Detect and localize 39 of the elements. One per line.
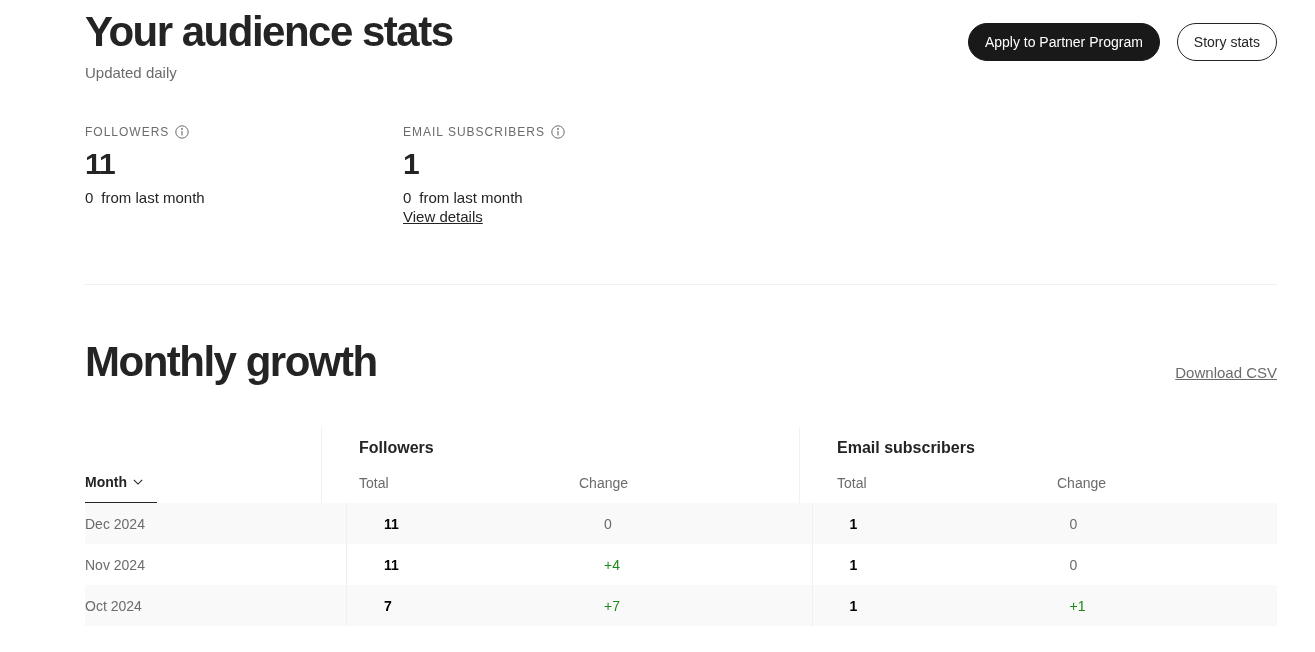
stat-change-text: from last month bbox=[101, 189, 205, 206]
download-csv-link[interactable]: Download CSV bbox=[1175, 364, 1277, 381]
chevron-icon bbox=[133, 478, 143, 486]
view-details-link[interactable]: View details bbox=[403, 208, 483, 225]
column-header: Change bbox=[1057, 475, 1108, 491]
stat-change: 0 bbox=[85, 189, 94, 206]
stat-value: 1 bbox=[403, 147, 420, 181]
section-title: Monthly growth bbox=[85, 337, 377, 387]
change-cell: +1 bbox=[1069, 597, 1086, 614]
change-cell: 0 bbox=[1069, 556, 1078, 573]
total-cell-text: 1 bbox=[849, 597, 859, 614]
change-cell: +4 bbox=[604, 556, 620, 573]
change-cell: 0 bbox=[1069, 515, 1078, 532]
stat-change: 0 bbox=[403, 189, 412, 206]
total-cell-text: 11 bbox=[384, 515, 400, 532]
month-cell-text: Nov 2024 bbox=[85, 555, 146, 575]
stat-label: FOLLOWERS bbox=[85, 125, 170, 139]
stat-change-text: from last month bbox=[419, 189, 523, 206]
column-group-header: Email subscribers bbox=[837, 438, 976, 457]
action-button[interactable]: Apply to Partner Program bbox=[967, 23, 1160, 61]
total-cell-text: 1 bbox=[849, 515, 859, 532]
column-group-header: Followers bbox=[359, 438, 435, 457]
subtitle: Updated daily bbox=[85, 64, 178, 81]
month-cell-text: Oct 2024 bbox=[85, 596, 143, 616]
action-button[interactable]: Story stats bbox=[1176, 23, 1277, 61]
total-cell-text: 11 bbox=[384, 556, 400, 573]
column-header: Total bbox=[359, 475, 390, 491]
info-icon[interactable] bbox=[175, 125, 190, 139]
change-cell: 0 bbox=[604, 515, 612, 532]
page-title: Your audience stats bbox=[85, 8, 453, 56]
month-cell-text: Dec 2024 bbox=[85, 514, 146, 534]
column-header: Total bbox=[837, 475, 868, 491]
info-icon[interactable] bbox=[550, 125, 565, 139]
column-header: Change bbox=[579, 475, 630, 491]
stat-label: EMAIL SUBSCRIBERS bbox=[403, 125, 545, 139]
total-cell-text: 1 bbox=[849, 556, 859, 573]
change-cell: +7 bbox=[604, 597, 620, 614]
total-cell-text: 7 bbox=[384, 597, 393, 614]
stat-value: 11 bbox=[85, 147, 116, 181]
